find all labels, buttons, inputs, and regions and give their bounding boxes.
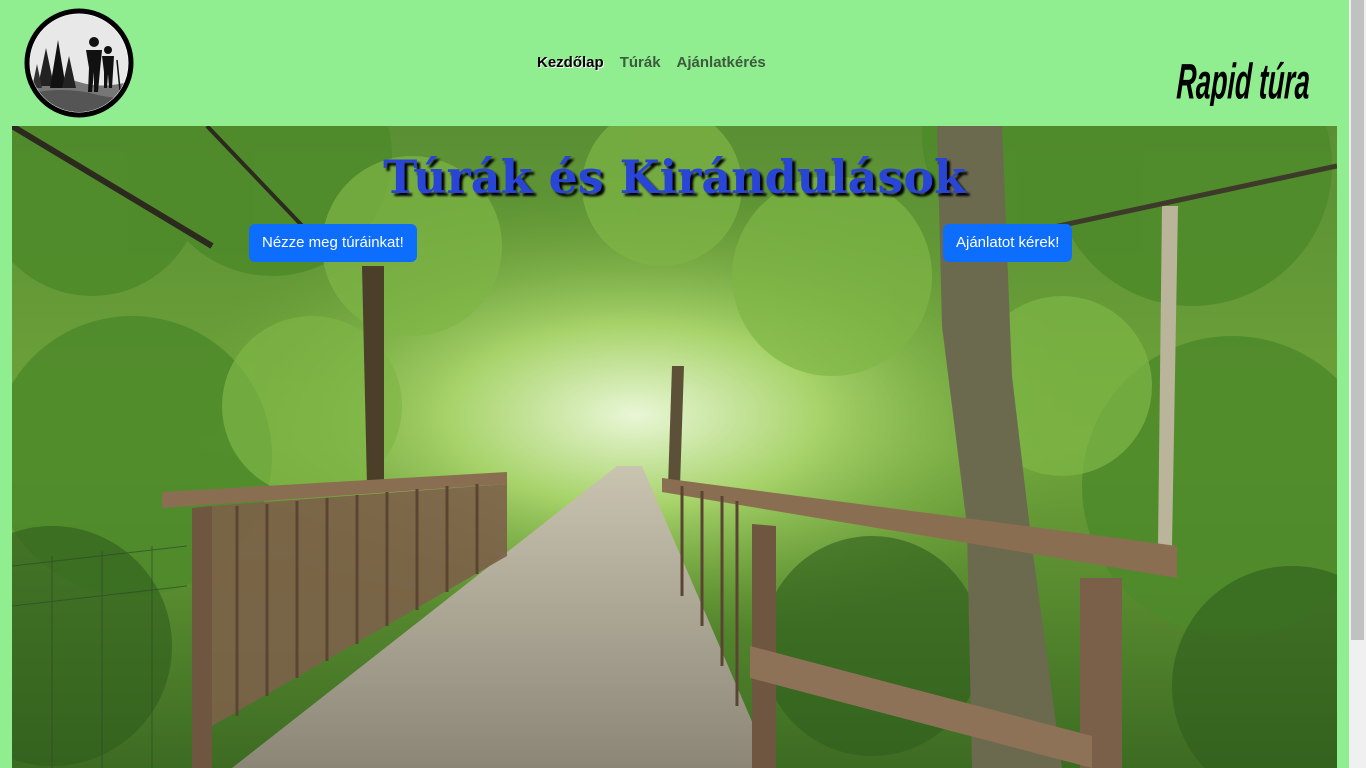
site-header: Kezdőlap Túrák Ajánlatkérés Rapid túra <box>0 0 1349 126</box>
brand-text: Rapid túra <box>1176 55 1311 106</box>
scrollbar-thumb[interactable] <box>1351 0 1364 640</box>
main-nav: Kezdőlap Túrák Ajánlatkérés <box>537 54 766 71</box>
hikers-logo[interactable] <box>24 8 134 118</box>
request-offer-button[interactable]: Ajánlatot kérek! <box>943 224 1073 262</box>
forest-bridge-photo <box>12 126 1337 768</box>
view-tours-button[interactable]: Nézze meg túráinkat! <box>249 224 417 262</box>
hero-title: Túrák és Kirándulások <box>383 150 966 204</box>
brand-logo: Rapid túra <box>1176 55 1311 106</box>
nav-item-offer-request[interactable]: Ajánlatkérés <box>677 54 766 71</box>
nav-item-home[interactable]: Kezdőlap <box>537 54 604 71</box>
hero-section: Túrák és Kirándulások Nézze meg túráinka… <box>12 126 1337 768</box>
nav-item-tours[interactable]: Túrák <box>620 54 661 71</box>
